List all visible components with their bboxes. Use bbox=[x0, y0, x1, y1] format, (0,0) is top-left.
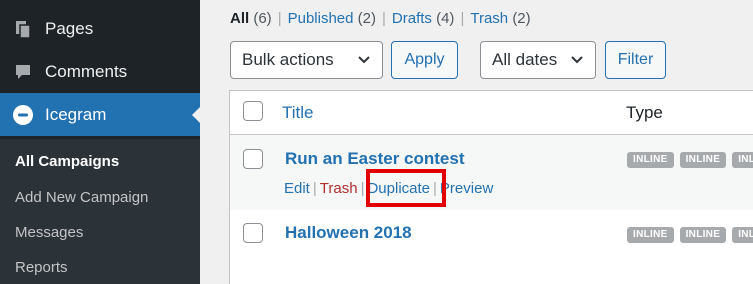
table-row: Run an Easter contest Edit | Trash | Duplica… bbox=[230, 135, 753, 210]
view-published[interactable]: Published bbox=[288, 10, 354, 27]
type-badge: INLINE bbox=[732, 227, 753, 243]
menu-item-label: Pages bbox=[45, 18, 94, 38]
view-trash[interactable]: Trash bbox=[470, 10, 508, 27]
menu-item-label: Icegram bbox=[45, 104, 107, 124]
view-drafts[interactable]: Drafts bbox=[392, 10, 432, 27]
main-content: All (6) | Published (2) | Drafts (4) | Trash (… bbox=[200, 0, 753, 284]
icegram-icon bbox=[12, 104, 34, 126]
select-all-checkbox[interactable] bbox=[243, 101, 263, 121]
column-type: Type bbox=[626, 103, 663, 122]
row-title-link[interactable]: Run an Easter contest bbox=[285, 149, 465, 169]
menu-item-pages[interactable]: Pages bbox=[0, 7, 200, 50]
comments-icon bbox=[12, 61, 34, 83]
submenu-reports[interactable]: Reports bbox=[15, 259, 68, 276]
chevron-down-icon bbox=[571, 56, 583, 64]
row-checkbox[interactable] bbox=[243, 149, 263, 169]
dates-select[interactable]: All dates bbox=[480, 41, 596, 79]
icegram-submenu: All Campaigns Add New Campaign Messages … bbox=[0, 139, 200, 284]
type-badge: INLINE bbox=[732, 152, 753, 168]
submenu-add-new-campaign[interactable]: Add New Campaign bbox=[15, 189, 148, 206]
pages-icon bbox=[12, 18, 34, 40]
type-badges: INLINE INLINE INLINE bbox=[627, 152, 753, 168]
edit-link[interactable]: Edit bbox=[284, 180, 310, 197]
filter-button[interactable]: Filter bbox=[605, 41, 666, 79]
campaigns-table: Title Type Run an Easter contest Edit | Tr… bbox=[229, 90, 753, 284]
column-title-sort[interactable]: Title bbox=[282, 103, 314, 123]
submenu-messages[interactable]: Messages bbox=[15, 224, 83, 241]
row-checkbox[interactable] bbox=[243, 223, 263, 243]
row-title-link[interactable]: Halloween 2018 bbox=[285, 223, 412, 243]
duplicate-highlight-box bbox=[366, 169, 446, 207]
trash-link[interactable]: Trash bbox=[320, 180, 358, 197]
type-badge: INLINE bbox=[679, 227, 727, 243]
type-badges: INLINE INLINE INLINE bbox=[627, 227, 753, 243]
menu-item-label: Comments bbox=[45, 61, 128, 81]
table-header: Title Type bbox=[230, 91, 753, 135]
type-badge: INLINE bbox=[627, 152, 674, 168]
menu-item-comments[interactable]: Comments bbox=[0, 50, 200, 93]
apply-button[interactable]: Apply bbox=[391, 41, 458, 79]
active-menu-arrow bbox=[192, 106, 200, 123]
chevron-down-icon bbox=[358, 56, 370, 64]
type-badge: INLINE bbox=[627, 227, 674, 243]
admin-sidebar: Pages Comments Icegram All Campaigns Add… bbox=[0, 0, 200, 284]
submenu-all-campaigns[interactable]: All Campaigns bbox=[15, 153, 119, 170]
menu-item-icegram[interactable]: Icegram bbox=[0, 93, 200, 136]
bulk-actions-select[interactable]: Bulk actions bbox=[230, 41, 383, 79]
status-filter-links: All (6) | Published (2) | Drafts (4) | Trash (… bbox=[230, 10, 531, 27]
type-badge: INLINE bbox=[679, 152, 727, 168]
view-all[interactable]: All (6) bbox=[230, 10, 272, 27]
table-row: Halloween 2018 INLINE INLINE INLINE bbox=[230, 210, 753, 254]
preview-link[interactable]: Preview bbox=[440, 180, 493, 197]
